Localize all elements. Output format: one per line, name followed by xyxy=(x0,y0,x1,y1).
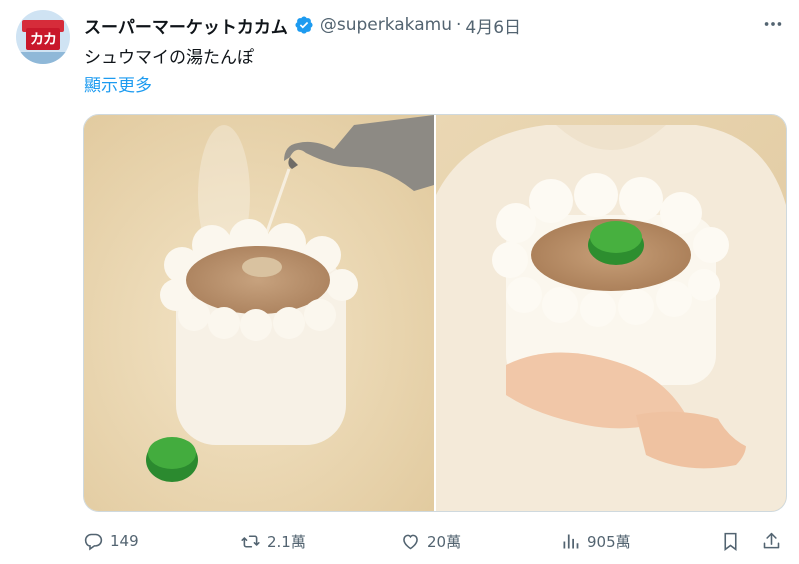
reply-button[interactable]: 149 xyxy=(83,526,139,556)
views-count: 905萬 xyxy=(587,532,631,551)
repost-button[interactable]: 2.1萬 xyxy=(240,526,306,556)
more-options-icon[interactable] xyxy=(761,14,785,34)
reply-icon xyxy=(84,533,103,550)
photo-illustration-1 xyxy=(84,115,434,511)
bookmark-icon xyxy=(724,532,737,551)
like-button[interactable]: 20萬 xyxy=(400,526,461,556)
photo-illustration-2 xyxy=(436,115,786,511)
post-text: シュウマイの湯たんぽ xyxy=(84,48,254,68)
reply-count: 149 xyxy=(110,532,139,550)
photo-hug-hot-water-bottle[interactable] xyxy=(436,115,786,511)
author-name[interactable]: スーパーマーケットカカム xyxy=(84,13,288,38)
post-header: スーパーマーケットカカム @superkakamu · 4月6日 xyxy=(84,12,521,38)
repost-count: 2.1萬 xyxy=(267,532,306,551)
avatar-base xyxy=(16,52,70,64)
post-date[interactable]: 4月6日 xyxy=(465,13,521,38)
photo-kettle-hot-water-bottle[interactable] xyxy=(84,115,434,511)
action-bar: 149 2.1萬 20萬 905萬 xyxy=(83,526,785,556)
media-grid xyxy=(83,114,787,512)
bookmark-button[interactable] xyxy=(720,526,741,556)
separator-dot: · xyxy=(455,15,462,35)
author-handle[interactable]: @superkakamu xyxy=(320,15,452,35)
verified-badge-icon xyxy=(295,16,313,34)
views-button[interactable]: 905萬 xyxy=(560,526,631,556)
avatar[interactable]: カカ xyxy=(16,10,70,64)
heart-icon xyxy=(403,534,418,549)
share-button[interactable] xyxy=(761,526,782,556)
like-count: 20萬 xyxy=(427,532,462,551)
avatar-logo-text: カカ xyxy=(26,28,60,50)
show-more-link[interactable]: 顯示更多 xyxy=(84,71,152,96)
views-chart-icon xyxy=(563,534,579,548)
repost-icon xyxy=(241,534,260,548)
share-icon xyxy=(763,532,780,548)
